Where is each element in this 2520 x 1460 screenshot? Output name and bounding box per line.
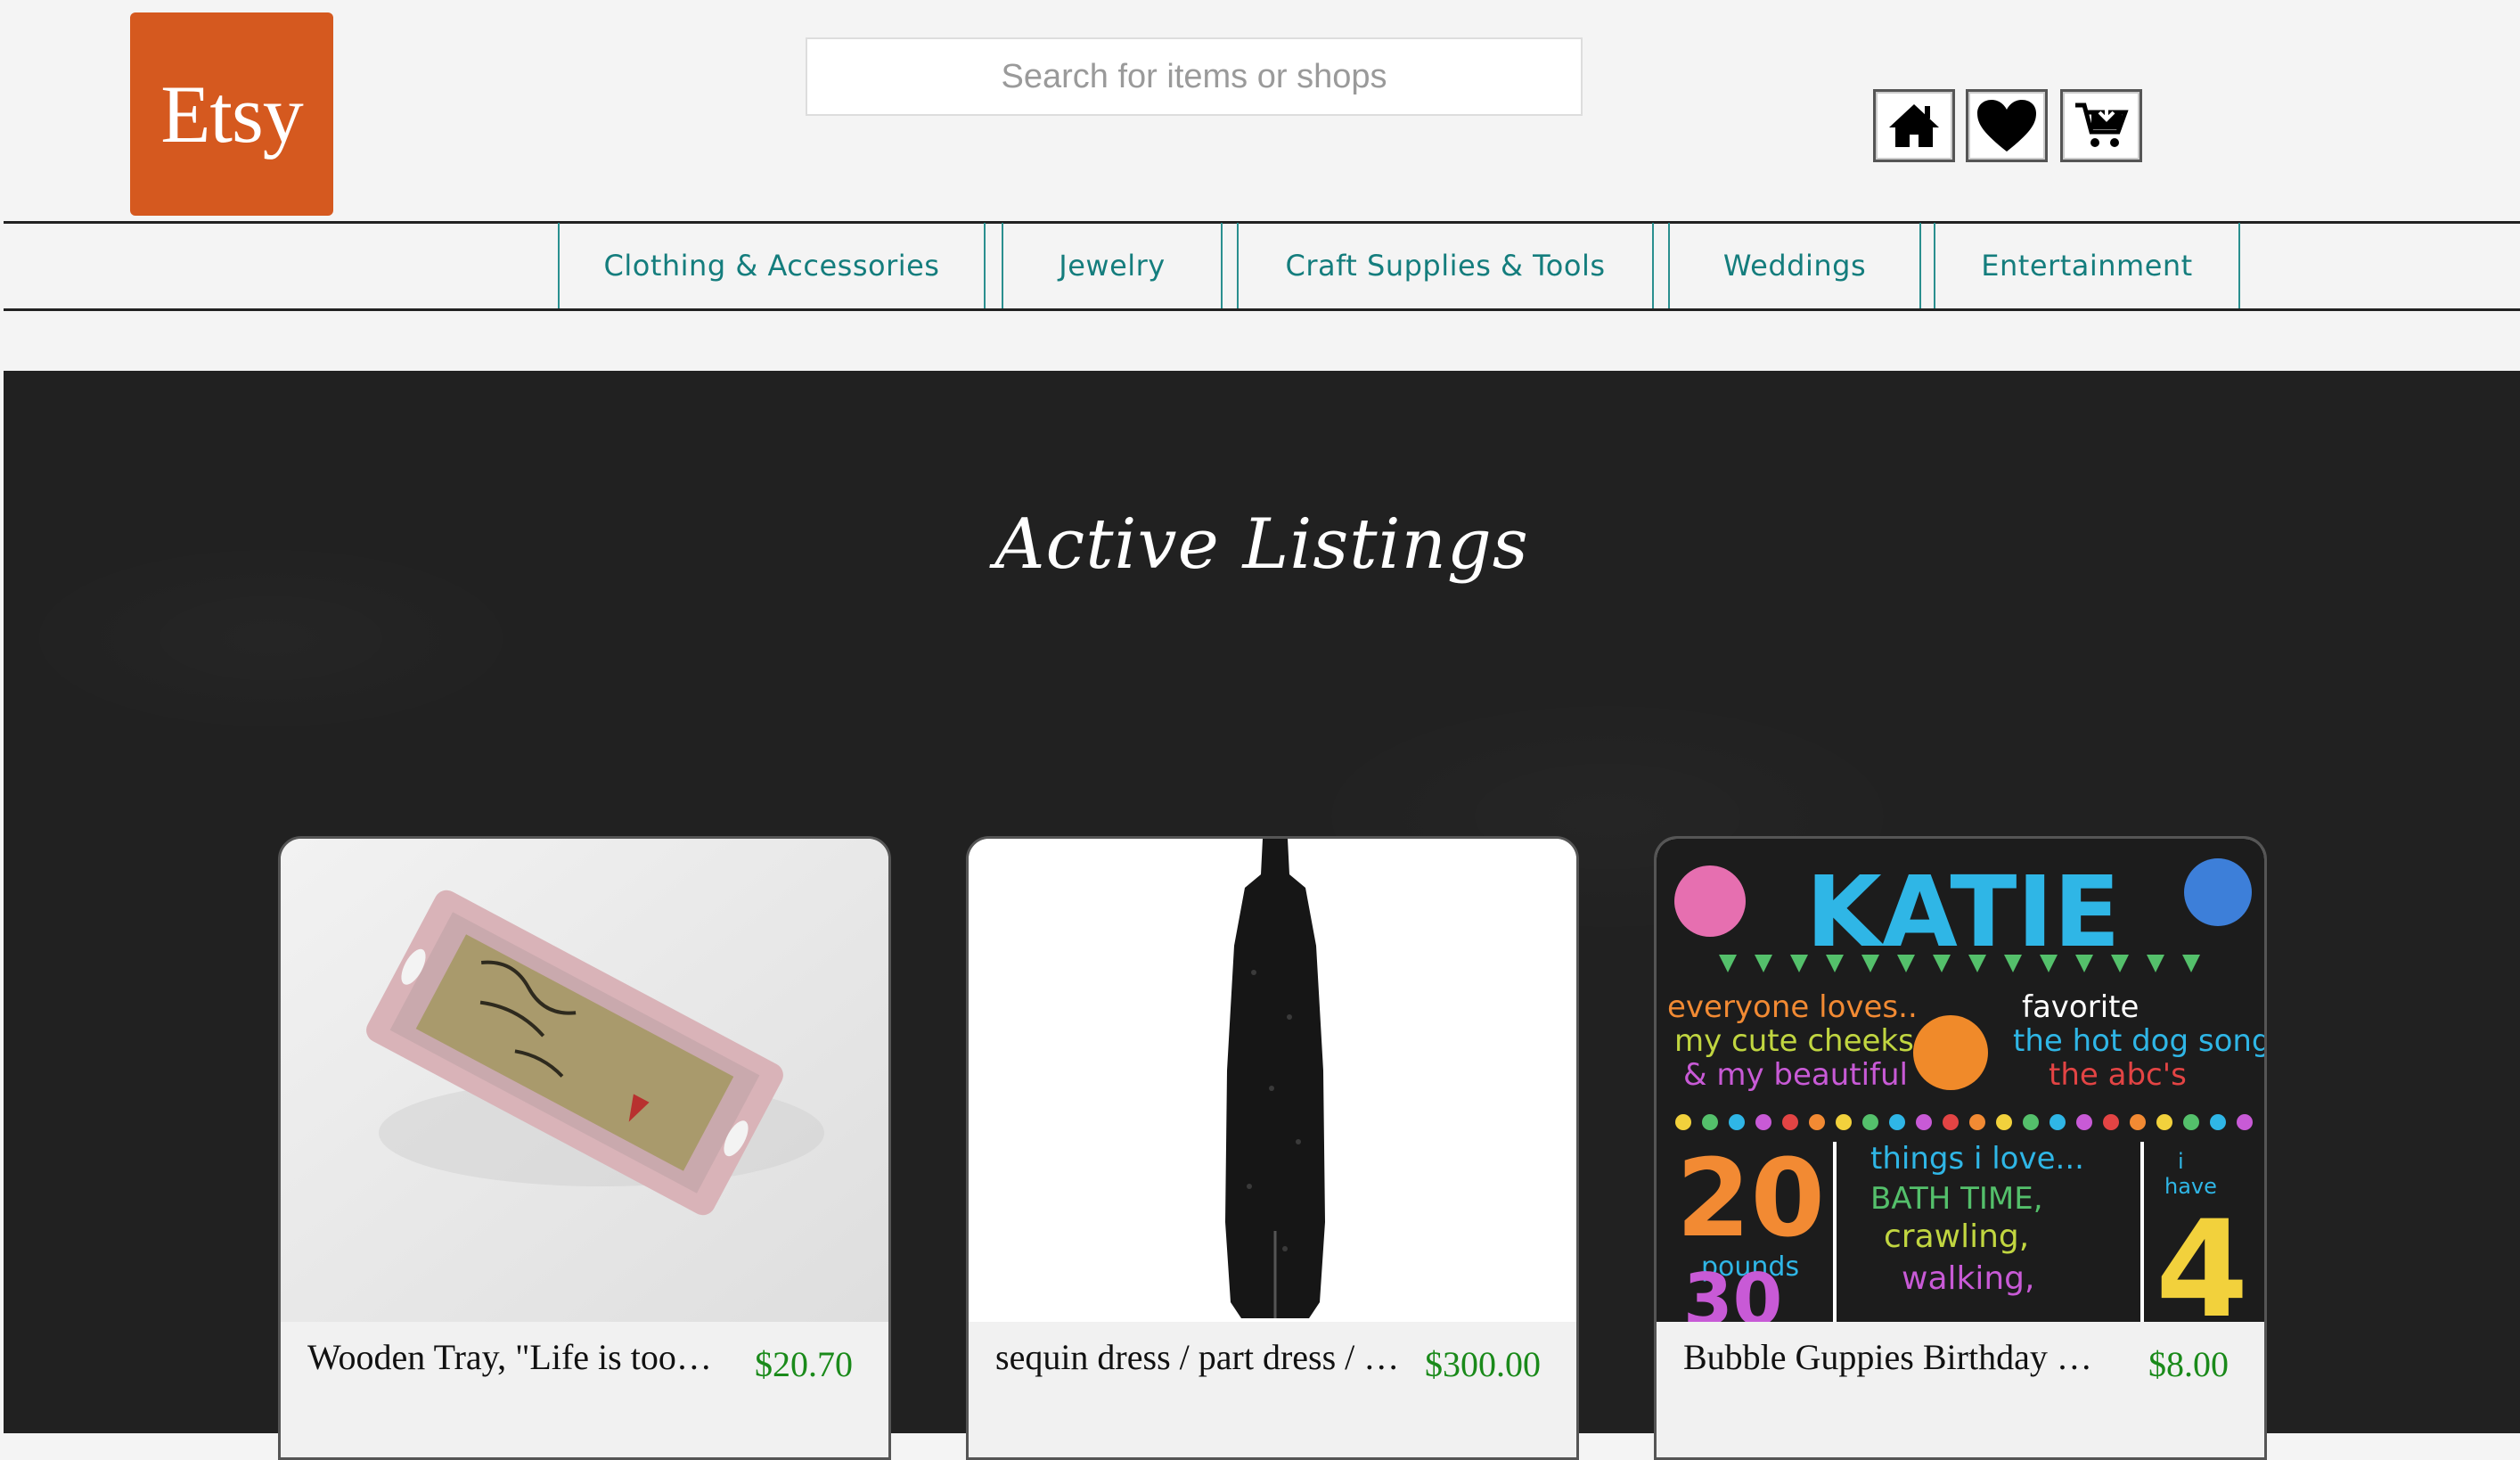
- nav-item-craft-supplies-tools[interactable]: Craft Supplies & Tools: [1237, 223, 1654, 308]
- listing-price: $20.70: [755, 1344, 853, 1384]
- nav-item-clothing-accessories[interactable]: Clothing & Accessories: [558, 223, 986, 308]
- site-header: Etsy: [0, 0, 2520, 223]
- svg-text:my cute cheeks: my cute cheeks: [1674, 1023, 1914, 1059]
- svg-text:i: i: [2178, 1149, 2184, 1174]
- listing-image-katie-chalkboard[interactable]: KATIE everyone loves.. favorite my cute …: [1657, 839, 2264, 1322]
- cart-button[interactable]: [2060, 89, 2142, 162]
- svg-text:the abc's: the abc's: [2049, 1057, 2187, 1093]
- listing-title[interactable]: Wooden Tray, "Life is too short to drink…: [307, 1336, 717, 1378]
- listing-title[interactable]: Bubble Guppies Birthday Chalkboard: [1683, 1336, 2093, 1378]
- listings-section: Active Listings Wooden Tray, "Life is to…: [4, 371, 2520, 1460]
- svg-text:the hot dog song: the hot dog song: [2013, 1023, 2264, 1059]
- listing-price: $8.00: [2148, 1344, 2229, 1384]
- svg-text:everyone loves..: everyone loves..: [1667, 989, 1918, 1025]
- favorites-button[interactable]: [1966, 89, 2048, 162]
- svg-text:favorite: favorite: [2022, 989, 2139, 1025]
- home-icon: [1889, 104, 1939, 147]
- heart-icon: [1977, 100, 2036, 152]
- search-input[interactable]: [806, 37, 1583, 116]
- nav-item-jewelry[interactable]: Jewelry: [1002, 223, 1223, 308]
- nav-item-weddings[interactable]: Weddings: [1668, 223, 1921, 308]
- home-button[interactable]: [1873, 89, 1955, 162]
- listing-image-wooden-tray[interactable]: [281, 839, 888, 1322]
- svg-text:& my beautiful: & my beautiful: [1683, 1057, 1908, 1093]
- cart-icon: [2075, 103, 2129, 147]
- svg-text:4: 4: [2156, 1193, 2248, 1322]
- listing-card[interactable]: Wooden Tray, "Life is too short to drink…: [278, 836, 891, 1460]
- category-nav: Clothing & Accessories Jewelry Craft Sup…: [0, 223, 2520, 308]
- svg-text:20: 20: [1676, 1137, 1825, 1261]
- etsy-logo[interactable]: Etsy: [130, 12, 333, 216]
- listing-price: $300.00: [1425, 1344, 1541, 1384]
- listing-title[interactable]: sequin dress / part dress / sheath: [995, 1336, 1405, 1378]
- svg-text:KATIE: KATIE: [1806, 855, 2121, 969]
- svg-text:30: 30: [1683, 1259, 1782, 1322]
- svg-text:BATH TIME,: BATH TIME,: [1870, 1181, 2043, 1217]
- svg-text:crawling,: crawling,: [1884, 1218, 2029, 1255]
- section-title: Active Listings: [994, 504, 1529, 585]
- svg-text:things i love...: things i love...: [1870, 1141, 2084, 1177]
- listing-image-sequin-dress[interactable]: [969, 839, 1576, 1322]
- nav-item-entertainment[interactable]: Entertainment: [1934, 223, 2240, 308]
- listing-card[interactable]: sequin dress / part dress / sheath $300.…: [966, 836, 1579, 1460]
- listing-card[interactable]: KATIE everyone loves.. favorite my cute …: [1654, 836, 2267, 1460]
- svg-text:walking,: walking,: [1902, 1260, 2034, 1297]
- nav-bottom-divider: [4, 308, 2520, 311]
